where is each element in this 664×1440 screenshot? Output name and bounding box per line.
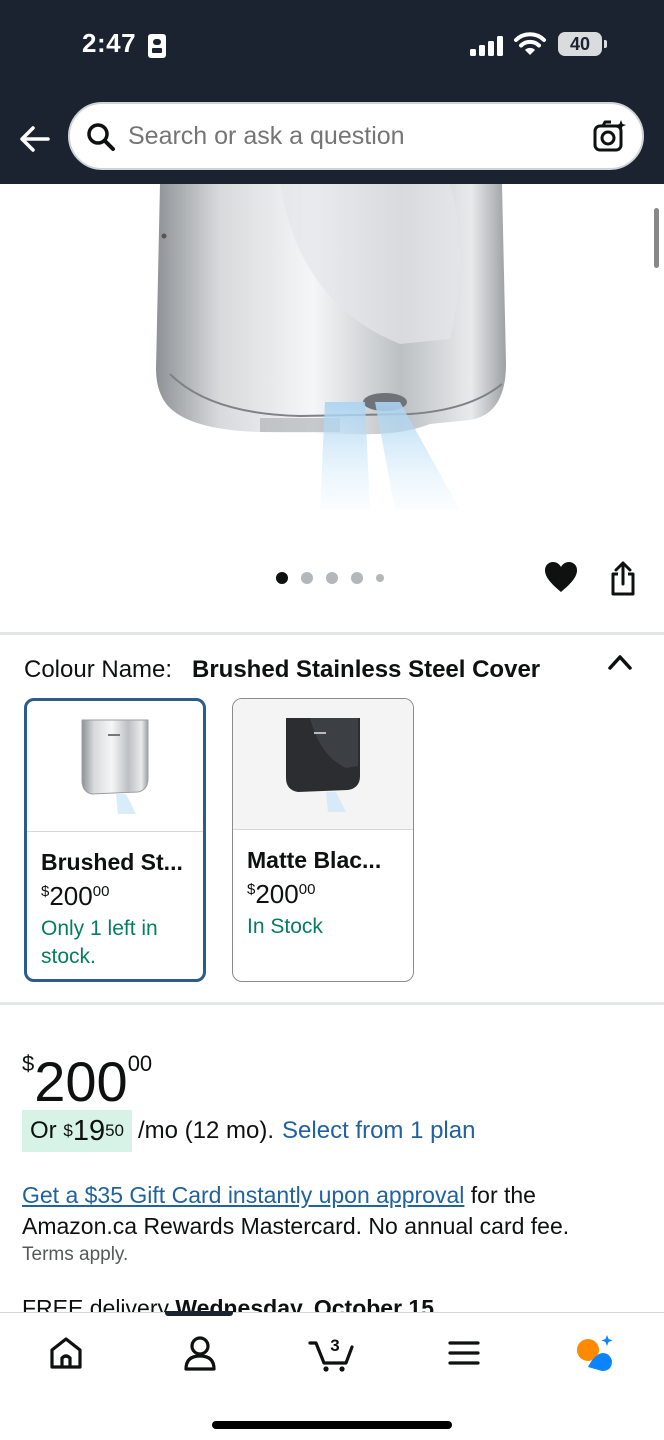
swatch-separator — [233, 829, 413, 830]
share-icon[interactable] — [606, 560, 640, 596]
account-icon[interactable] — [180, 1333, 220, 1373]
home-icon[interactable] — [46, 1333, 86, 1373]
chevron-up-icon[interactable] — [606, 650, 634, 674]
terms-text: Terms apply. — [22, 1244, 129, 1265]
camera-lens-icon[interactable] — [592, 118, 628, 154]
carousel-dot[interactable] — [326, 572, 338, 584]
status-time: 2:47 — [82, 28, 137, 58]
cart-icon[interactable]: 3 — [308, 1333, 356, 1373]
colour-label: Colour Name: — [24, 656, 173, 683]
back-arrow-icon[interactable] — [18, 122, 52, 156]
cart-count: 3 — [330, 1336, 339, 1355]
home-indicator — [212, 1421, 452, 1429]
select-plan-link[interactable]: Select from 1 plan — [274, 1117, 475, 1145]
signal-icon — [470, 36, 503, 56]
header: 2:47 40 — [0, 0, 664, 184]
rufus-assistant-icon[interactable] — [574, 1333, 614, 1373]
colour-option-matte-black[interactable]: Matte Blac... $20000 In Stock — [232, 698, 414, 982]
swatch-separator — [27, 831, 203, 832]
gift-card-promo: Get a $35 Gift Card instantly upon appro… — [22, 1182, 570, 1239]
search-bar[interactable] — [68, 102, 644, 170]
image-carousel-dots[interactable] — [276, 570, 384, 586]
section-divider — [0, 1002, 664, 1005]
product-price: $20000 — [22, 1050, 153, 1113]
bottom-nav: 3 — [0, 1311, 664, 1440]
heart-icon[interactable] — [543, 560, 579, 594]
installment-offer: Or $19 50 /mo (12 mo). Select from 1 plan — [22, 1110, 475, 1152]
colour-value: Brushed Stainless Steel Cover — [192, 656, 541, 683]
search-icon — [87, 123, 115, 151]
installment-term: /mo (12 mo). — [138, 1117, 275, 1144]
colour-option-brushed[interactable]: Brushed St... $20000 Only 1 left in stoc… — [24, 698, 206, 982]
hand-dryer-thumbnail — [286, 718, 360, 812]
swatch-price: $20000 — [41, 881, 110, 911]
carousel-dot[interactable] — [351, 572, 363, 584]
carousel-dot[interactable] — [301, 572, 313, 584]
installment-badge: Or $19 50 — [22, 1110, 132, 1152]
swatch-image — [233, 699, 413, 829]
swatch-image — [27, 701, 203, 831]
hand-dryer-thumbnail — [81, 719, 149, 814]
wifi-icon — [514, 32, 546, 55]
swatch-price: $20000 — [247, 879, 316, 909]
product-image[interactable] — [150, 184, 514, 514]
swatch-stock: Only 1 left in stock. — [41, 917, 158, 968]
swatch-stock: In Stock — [247, 915, 323, 938]
section-divider — [0, 632, 664, 635]
carousel-dot[interactable] — [276, 572, 288, 584]
swatch-name: Matte Blac... — [247, 847, 382, 873]
active-tab-indicator — [165, 1311, 233, 1316]
gift-card-link[interactable]: Get a $35 Gift Card instantly upon appro… — [22, 1182, 464, 1208]
battery-icon: 40 — [558, 32, 607, 56]
scrollbar[interactable] — [654, 208, 659, 268]
menu-icon[interactable] — [444, 1333, 484, 1373]
search-input[interactable] — [128, 122, 588, 151]
carousel-dot[interactable] — [376, 574, 384, 582]
id-card-icon — [148, 34, 166, 58]
swatch-name: Brushed St... — [41, 849, 183, 875]
